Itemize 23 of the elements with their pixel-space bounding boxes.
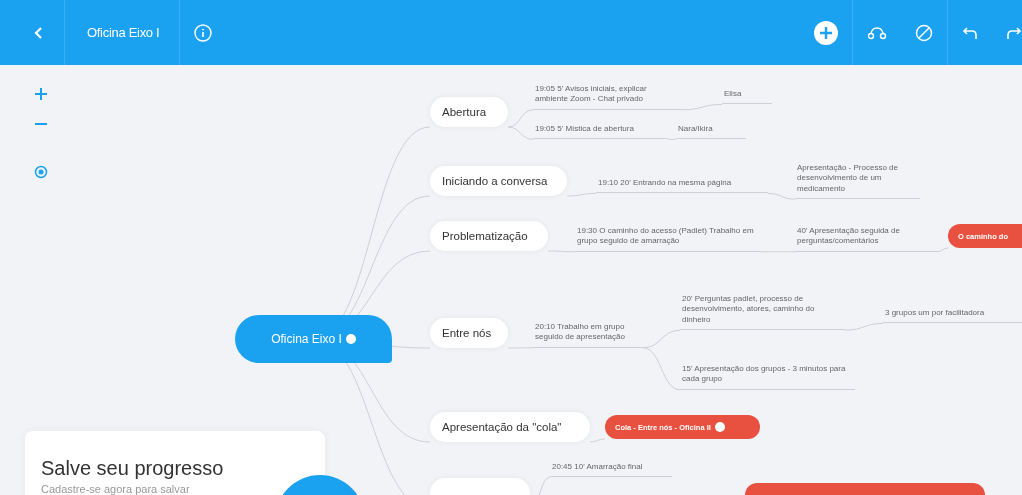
add-icon[interactable] [814,18,838,47]
circle-icon[interactable] [714,422,725,432]
subtopic-text[interactable]: 40' Apresentação seguida de perguntas/comentários [795,224,937,252]
card-text: Cadastre-se agora para salvar [41,483,191,495]
subtopic-text[interactable]: 19:30 O caminho do acesso (Padlet) Trabalho em grupo seguido de amarração [575,224,760,252]
subtopic-text[interactable]: 20' Perguntas padlet, processo de desenvolvimento, atores, caminho do dinheiro [680,292,845,331]
topic-node[interactable]: Iniciando a conversa [430,166,567,196]
subtopic-text[interactable]: 19:05 5' Mística de abertura [533,122,668,140]
topic-node[interactable]: Entre nós [430,318,508,348]
topic-node[interactable]: Problematização [430,221,548,251]
subtopic-text[interactable]: 20:45 10' Amarração final [550,460,672,478]
subtopic-text[interactable]: 3 grupos um por facilitadora [883,306,1022,324]
card-title: Salve seu progresso [41,457,225,480]
subtopic-text[interactable]: 19:05 5' Avisos iniciais, explicar ambiente Zoom - Chat privado [533,82,683,110]
subtopic-text[interactable]: 15' Apresentação dos grupos - 3 minutos para cada grupo [680,362,855,390]
subtopic-text[interactable]: 20:10 Trabalho em grupo seguido de apresentação [533,320,643,348]
topic-node[interactable]: Abertura [430,97,508,127]
subtopic-text[interactable]: Elisa [722,87,772,105]
subtopic-text[interactable]: 19:10 20' Entrando na mesma página [596,176,768,194]
topic-node[interactable]: Apresentação da "cola" [430,412,590,442]
circle-icon[interactable] [345,334,356,344]
subtopic-text[interactable]: Nara/Ikira [676,122,746,140]
subtopic-text[interactable]: Apresentação - Processo de desenvolvimento de um medicamento [795,161,920,200]
